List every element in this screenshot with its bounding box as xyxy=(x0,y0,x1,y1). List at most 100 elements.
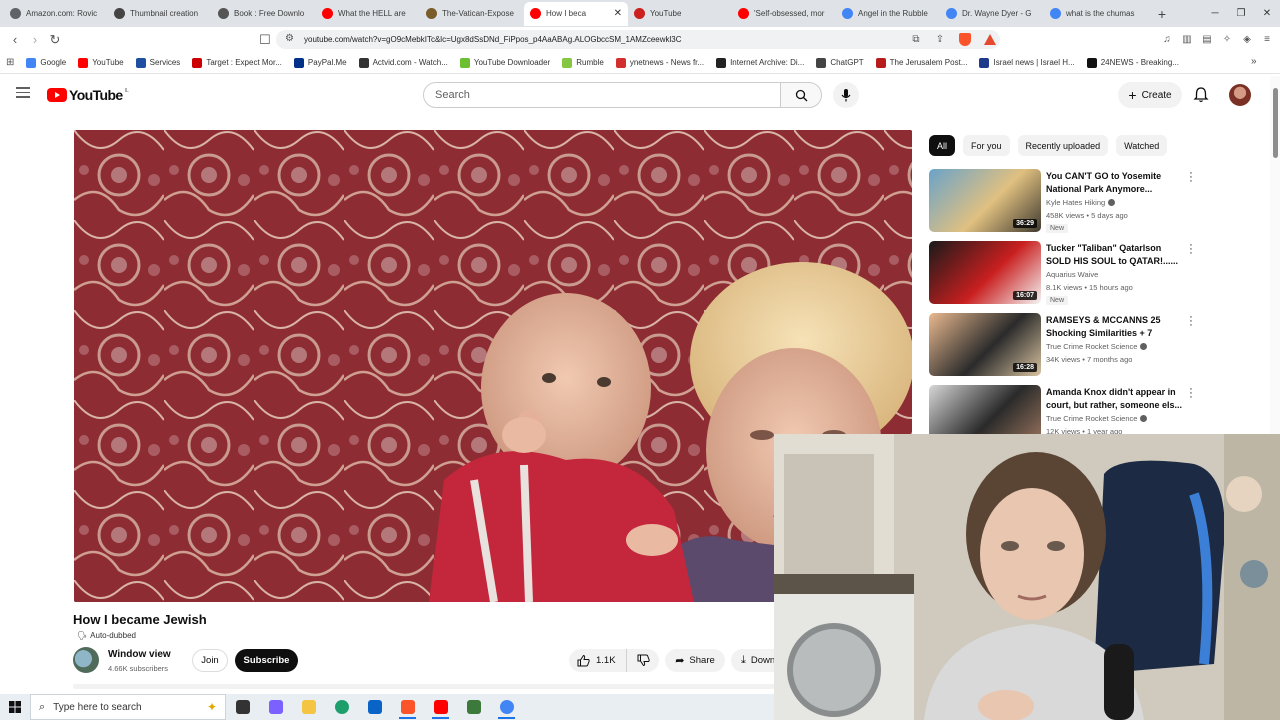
browser-tab[interactable]: 'Self-obsessed, mor xyxy=(732,2,836,26)
recommendation-thumbnail[interactable]: 16:07 xyxy=(929,241,1041,304)
recommendation-thumbnail[interactable]: 36:29 xyxy=(929,169,1041,232)
url-field[interactable]: ⚙ youtube.com/watch?v=gO9cMebkITc&lc=Ugx… xyxy=(276,30,1000,49)
browser-tab[interactable]: What the HELL are xyxy=(316,2,420,26)
guide-menu-icon[interactable] xyxy=(16,87,30,98)
recommendation-channel[interactable]: Aquarius Waive xyxy=(1046,270,1098,279)
outlook-taskbar-icon[interactable] xyxy=(358,694,391,720)
browser-tab[interactable]: Amazon.com: Rovic xyxy=(4,2,108,26)
bookmark-item[interactable]: Google xyxy=(26,57,66,68)
site-info-icon[interactable]: ⚙ xyxy=(285,33,294,44)
browser-tab[interactable]: Angel in the Rubble xyxy=(836,2,940,26)
brave-taskbar-icon[interactable] xyxy=(391,694,424,720)
verified-check-icon xyxy=(1140,415,1148,422)
filter-chip[interactable]: All xyxy=(929,135,956,156)
reload-icon[interactable]: ↻ xyxy=(45,30,65,50)
share-page-icon[interactable]: ⇪ xyxy=(930,30,950,50)
recommendation-channel[interactable]: True Crime Rocket Science xyxy=(1046,342,1148,351)
search-button[interactable] xyxy=(780,82,822,108)
recommendation-title[interactable]: You CAN'T GO to Yosemite National Park A… xyxy=(1046,170,1184,196)
filter-chip[interactable]: Recently uploaded xyxy=(1017,135,1109,156)
more-actions-icon[interactable]: · · · xyxy=(1187,168,1195,187)
copilot-taskbar-icon[interactable] xyxy=(259,694,292,720)
minimize-icon[interactable]: ─ xyxy=(1202,0,1228,27)
youtube-logo[interactable]: YouTube IL xyxy=(47,87,129,103)
filter-chip[interactable]: Watched xyxy=(1116,135,1168,156)
brave-rewards-icon[interactable] xyxy=(980,30,1000,50)
recommendation-title[interactable]: RAMSEYS & MCCANNS 25 Shocking Similariti… xyxy=(1046,314,1184,340)
like-button[interactable]: 1.1K xyxy=(569,649,627,672)
recommendation-title[interactable]: Tucker "Taliban" Qatarlson SOLD HIS SOUL… xyxy=(1046,242,1184,268)
tab-title: Amazon.com: Rovic xyxy=(26,9,98,18)
notifications-bell-icon[interactable] xyxy=(1192,86,1210,104)
bookmark-item[interactable]: PayPal.Me xyxy=(293,57,347,68)
extensions-icon[interactable]: ✧ xyxy=(1220,33,1234,47)
bookmark-item[interactable]: ChatGPT xyxy=(816,57,864,68)
browser-tab[interactable]: Dr. Wayne Dyer - G xyxy=(940,2,1044,26)
browser-tab[interactable]: Book : Free Downlo xyxy=(212,2,316,26)
recommendation-item[interactable]: 36:29 You CAN'T GO to Yosemite National P… xyxy=(929,168,1199,241)
channel-avatar[interactable] xyxy=(73,647,99,673)
recommendation-channel[interactable]: True Crime Rocket Science xyxy=(1046,414,1148,423)
task-view-taskbar-icon[interactable] xyxy=(226,694,259,720)
browser-tab[interactable]: Thumbnail creation xyxy=(108,2,212,26)
user-avatar[interactable] xyxy=(1229,84,1251,106)
voice-search-button[interactable] xyxy=(833,82,859,108)
bookmark-item[interactable]: Services xyxy=(135,57,180,68)
browser-tab[interactable]: YouTube xyxy=(628,2,732,26)
bookmark-item[interactable]: Actvid.com - Watch... xyxy=(358,57,448,68)
bookmark-item[interactable]: Target : Expect Mor... xyxy=(192,57,282,68)
close-tab-icon[interactable]: ✕ xyxy=(614,8,622,19)
back-icon[interactable]: ‹ xyxy=(5,30,25,50)
bookmark-item[interactable]: Internet Archive: Di... xyxy=(716,57,804,68)
recommendation-thumbnail[interactable]: 16:28 xyxy=(929,313,1041,376)
recommendation-title[interactable]: Amanda Knox didn't appear in court, but … xyxy=(1046,386,1184,412)
bookmark-item[interactable]: Rumble xyxy=(562,57,604,68)
bookmark-icon[interactable]: ☐ xyxy=(255,30,275,50)
open-external-icon[interactable]: ⧉ xyxy=(906,30,926,50)
bookmarks-overflow-icon[interactable]: » xyxy=(1251,56,1257,67)
taskbar-search-box[interactable]: ⌕ Type here to search ✦ xyxy=(30,694,226,720)
restore-icon[interactable]: ❐ xyxy=(1228,0,1254,27)
dislike-button[interactable] xyxy=(627,654,659,667)
more-actions-icon[interactable]: · · · xyxy=(1187,240,1195,259)
bookmark-item[interactable]: 24NEWS - Breaking... xyxy=(1086,57,1179,68)
youtube-taskbar-icon[interactable] xyxy=(424,694,457,720)
subscribe-button[interactable]: Subscribe xyxy=(235,649,298,672)
filter-chip[interactable]: For you xyxy=(963,135,1010,156)
edge-taskbar-icon[interactable] xyxy=(325,694,358,720)
calculator-taskbar-icon[interactable] xyxy=(457,694,490,720)
media-icon[interactable]: ♫ xyxy=(1160,33,1174,47)
search-input[interactable]: Search xyxy=(423,82,781,108)
brave-shield-icon[interactable] xyxy=(955,30,975,50)
apps-grid-icon[interactable]: ⊞ xyxy=(6,57,14,68)
scrollbar-thumb[interactable] xyxy=(1273,88,1278,158)
wallet-icon[interactable]: ▤ xyxy=(1200,33,1214,47)
share-button[interactable]: ➦ Share xyxy=(665,649,725,672)
browser-tab[interactable]: what is the chumas xyxy=(1044,2,1148,26)
new-tab-button[interactable]: + xyxy=(1152,6,1172,22)
recommendation-channel[interactable]: Kyle Hates Hiking xyxy=(1046,198,1116,207)
channel-name[interactable]: Window view xyxy=(108,649,171,660)
recommendation-item[interactable]: 16:28 RAMSEYS & MCCANNS 25 Shocking Simil… xyxy=(929,312,1199,385)
recommendation-item[interactable]: 16:07 Tucker "Taliban" Qatarlson SOLD HIS… xyxy=(929,240,1199,313)
browser-tab[interactable]: The-Vatican-Expose xyxy=(420,2,524,26)
close-window-icon[interactable]: ✕ xyxy=(1254,0,1280,27)
more-actions-icon[interactable]: · · · xyxy=(1187,384,1195,403)
bookmark-item[interactable]: YouTube Downloader xyxy=(459,57,550,68)
forward-icon[interactable]: › xyxy=(25,30,45,50)
vpn-icon[interactable]: ◈ xyxy=(1240,33,1254,47)
bookmark-item[interactable]: Israel news | Israel H... xyxy=(979,57,1075,68)
sidebar-icon[interactable]: ▥ xyxy=(1180,33,1194,47)
bookmark-item[interactable]: ynetnews - News fr... xyxy=(615,57,704,68)
bookmark-label: The Jerusalem Post... xyxy=(889,58,968,67)
menu-icon[interactable]: ≡ xyxy=(1260,33,1274,47)
file-explorer-taskbar-icon[interactable] xyxy=(292,694,325,720)
join-button[interactable]: Join xyxy=(192,649,228,672)
chrome-taskbar-icon[interactable] xyxy=(490,694,523,720)
browser-tab[interactable]: How I beca ✕ xyxy=(524,1,628,26)
bookmark-item[interactable]: The Jerusalem Post... xyxy=(875,57,968,68)
create-button[interactable]: + Create xyxy=(1118,82,1182,108)
more-actions-icon[interactable]: · · · xyxy=(1187,312,1195,331)
start-button[interactable] xyxy=(0,694,30,720)
bookmark-item[interactable]: YouTube xyxy=(78,57,124,68)
